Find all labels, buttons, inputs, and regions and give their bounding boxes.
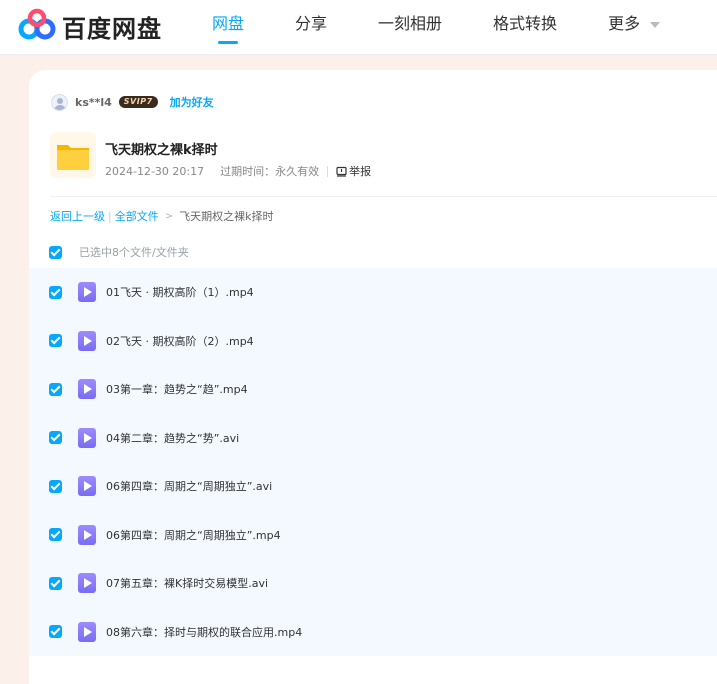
file-checkbox[interactable] — [49, 625, 62, 639]
breadcrumb-all-files[interactable]: 全部文件 — [115, 208, 159, 224]
file-checkbox[interactable] — [49, 431, 62, 445]
file-checkbox[interactable] — [49, 285, 62, 299]
active-underline — [218, 41, 239, 44]
avatar[interactable] — [51, 93, 68, 111]
share-meta: 2024-12-30 20:17 过期时间：永久有效 举报 — [105, 163, 371, 179]
divider — [327, 165, 329, 177]
chevron-right-icon: > — [164, 210, 174, 222]
header-divider — [50, 196, 717, 197]
share-title: 飞天期权之裸k择时 — [105, 143, 218, 158]
sharer-username[interactable]: ks**l4 — [75, 96, 112, 109]
nav-album[interactable]: 一刻相册 — [378, 0, 442, 55]
video-file-icon — [78, 524, 96, 545]
list-item[interactable]: 06第四章：周期之“周期独立”.avi — [29, 462, 717, 511]
list-item[interactable]: 06第四章：周期之“周期独立”.mp4 — [29, 511, 717, 560]
report-icon — [336, 166, 347, 177]
nav-netdisk[interactable]: 网盘 — [212, 0, 244, 55]
file-name[interactable]: 01飞天 · 期权高阶（1）.mp4 — [106, 284, 254, 300]
nav-label: 网盘 — [212, 14, 245, 33]
file-name[interactable]: 07第五章：裸K择时交易模型.avi — [106, 575, 268, 591]
video-file-icon — [78, 427, 96, 448]
breadcrumb-current: 飞天期权之裸k择时 — [179, 210, 274, 223]
video-file-icon — [78, 330, 96, 351]
list-item[interactable]: 07第五章：裸K择时交易模型.avi — [29, 559, 717, 608]
list-item[interactable]: 01飞天 · 期权高阶（1）.mp4 — [29, 268, 717, 317]
report-button[interactable]: 举报 — [336, 163, 371, 179]
nav-label: 格式转换 — [493, 14, 558, 33]
add-friend-link[interactable]: 加为好友 — [170, 94, 214, 110]
top-navbar: 百度网盘 网盘 分享 一刻相册 格式转换 更多 — [0, 0, 717, 55]
nav-label: 分享 — [295, 14, 328, 33]
file-name[interactable]: 06第四章：周期之“周期独立”.mp4 — [106, 527, 281, 543]
file-list: 01飞天 · 期权高阶（1）.mp4 02飞天 · 期权高阶（2）.mp4 03… — [29, 268, 717, 656]
logo-text: 百度网盘 — [62, 14, 162, 43]
file-checkbox[interactable] — [49, 334, 62, 348]
share-card: ks**l4 SVIP7 加为好友 飞天期权之裸k择时 2024-12-30 2… — [29, 70, 717, 684]
video-file-icon — [78, 573, 96, 594]
list-item[interactable]: 08第六章：择时与期权的联合应用.mp4 — [29, 608, 717, 657]
list-item[interactable]: 03第一章：趋势之“趋”.mp4 — [29, 365, 717, 414]
nav-format-convert[interactable]: 格式转换 — [493, 0, 557, 55]
file-name[interactable]: 06第四章：周期之“周期独立”.avi — [106, 478, 272, 494]
select-all-checkbox[interactable] — [49, 245, 62, 259]
selection-summary: 已选中8个文件/文件夹 — [79, 246, 189, 259]
main-nav: 网盘 分享 一刻相册 格式转换 更多 — [212, 0, 711, 55]
file-checkbox[interactable] — [49, 528, 62, 542]
file-checkbox[interactable] — [49, 576, 62, 590]
vip-badge: SVIP7 — [118, 96, 158, 108]
file-checkbox[interactable] — [49, 479, 62, 493]
nav-label: 更多 — [608, 14, 641, 33]
file-checkbox[interactable] — [49, 382, 62, 396]
share-expiry: 过期时间：永久有效 — [220, 165, 320, 178]
list-item[interactable]: 02飞天 · 期权高阶（2）.mp4 — [29, 317, 717, 366]
share-date: 2024-12-30 20:17 — [105, 164, 205, 178]
folder-icon — [50, 132, 96, 178]
file-name[interactable]: 02飞天 · 期权高阶（2）.mp4 — [106, 333, 254, 349]
report-label: 举报 — [349, 165, 372, 178]
breadcrumb: 返回上一级 | 全部文件 > 飞天期权之裸k择时 — [50, 208, 274, 224]
video-file-icon — [78, 282, 96, 303]
baidu-netdisk-logo[interactable]: 百度网盘 — [18, 8, 162, 44]
file-name[interactable]: 08第六章：择时与期权的联合应用.mp4 — [106, 624, 302, 640]
chevron-down-icon — [650, 22, 661, 28]
file-name[interactable]: 04第二章：趋势之“势”.avi — [106, 430, 239, 446]
file-name[interactable]: 03第一章：趋势之“趋”.mp4 — [106, 381, 248, 397]
sharer-info: ks**l4 SVIP7 加为好友 — [51, 93, 214, 111]
breadcrumb-back[interactable]: 返回上一级 — [50, 208, 105, 224]
select-all-row: 已选中8个文件/文件夹 — [49, 244, 189, 260]
video-file-icon — [78, 621, 96, 642]
video-file-icon — [78, 476, 96, 497]
list-item[interactable]: 04第二章：趋势之“势”.avi — [29, 414, 717, 463]
nav-more[interactable]: 更多 — [608, 0, 661, 55]
logo-icon — [18, 8, 56, 40]
video-file-icon — [78, 379, 96, 400]
nav-share[interactable]: 分享 — [295, 0, 327, 55]
nav-label: 一刻相册 — [378, 14, 443, 33]
